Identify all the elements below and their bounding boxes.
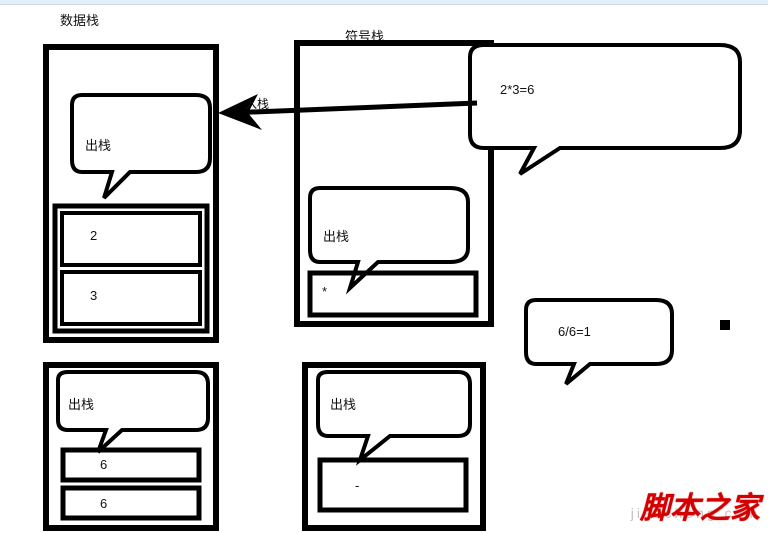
data2-cell-bottom: 6 <box>100 496 107 511</box>
pop-label-2: 出栈 <box>323 226 349 245</box>
diagram-svg <box>0 0 768 533</box>
diagram-canvas: 数据栈 符号栈 入栈 出栈 2 3 出 <box>0 0 768 533</box>
watermark-brand: 脚本之家 <box>640 483 760 527</box>
push-label: 入栈 <box>245 95 269 112</box>
data-stack-cell-top: 2 <box>90 228 97 243</box>
pop-label-3: 出栈 <box>68 394 94 413</box>
pop-label-1: 出栈 <box>85 135 111 154</box>
symbol2-cell: - <box>355 478 359 493</box>
black-dot-icon <box>720 320 730 330</box>
data-stack-cell-bottom: 3 <box>90 288 97 303</box>
calc-div: 6/6=1 <box>558 324 591 339</box>
symbol-stack-cell: * <box>322 284 327 299</box>
calc-mult: 2*3=6 <box>500 82 534 97</box>
data2-cell-top: 6 <box>100 457 107 472</box>
pop-label-4: 出栈 <box>330 394 356 413</box>
